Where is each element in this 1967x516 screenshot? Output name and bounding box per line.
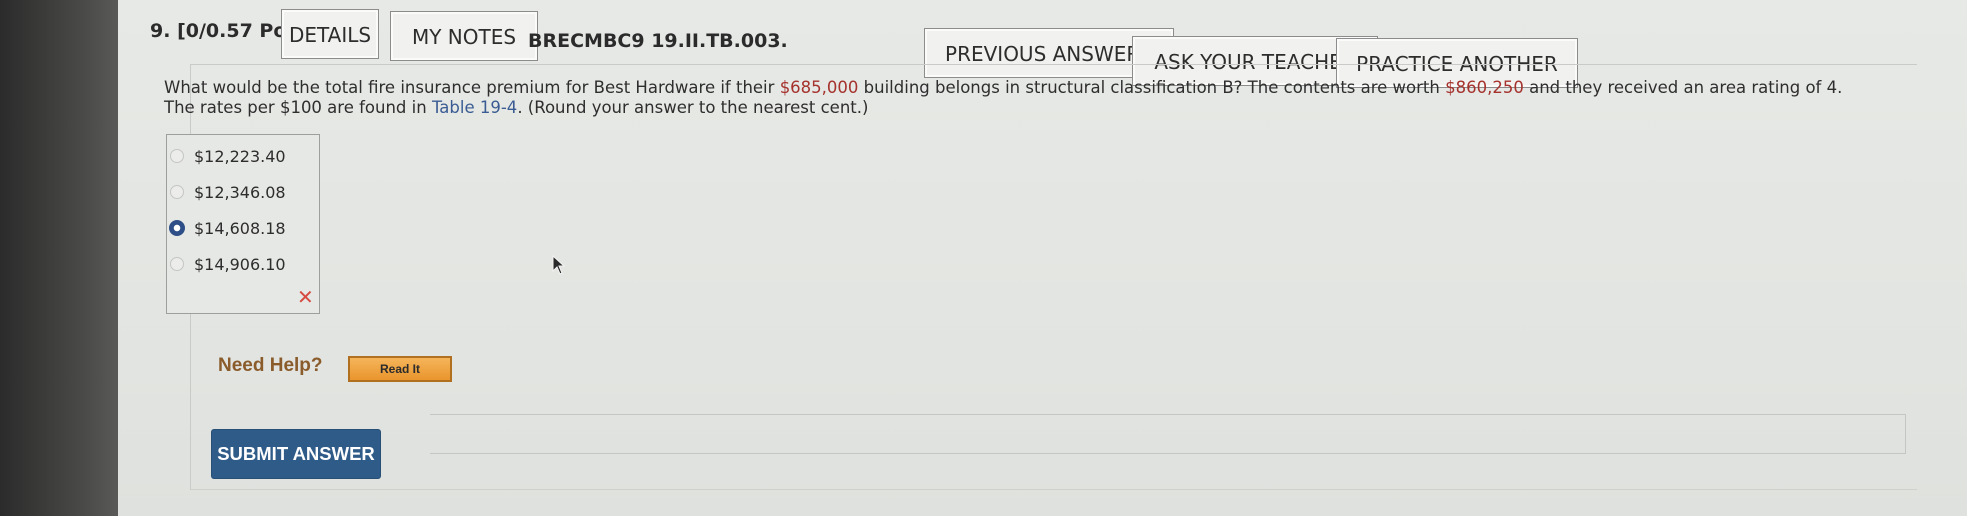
- question-number: 9.: [150, 20, 171, 42]
- read-it-button[interactable]: Read It: [348, 356, 452, 382]
- radio-unselected-icon[interactable]: [170, 257, 184, 271]
- choice-label: $12,223.40: [194, 146, 286, 166]
- answer-choices: $12,223.40 $12,346.08 $14,608.18 $14,906…: [166, 134, 320, 314]
- problem-code: BRECMBC9 19.II.TB.003.: [528, 30, 788, 52]
- choice-3[interactable]: $14,608.18: [167, 217, 286, 239]
- mouse-pointer-icon: [552, 255, 566, 275]
- building-value: $685,000: [779, 78, 859, 97]
- submit-answer-button[interactable]: SUBMIT ANSWER: [212, 430, 380, 478]
- details-button[interactable]: DETAILS: [281, 9, 379, 59]
- desk-background: [0, 0, 120, 516]
- question-text-part-2: building belongs in structural classific…: [858, 78, 1446, 97]
- my-notes-button[interactable]: MY NOTES: [390, 11, 538, 61]
- question-text-part-4: . (Round your answer to the nearest cent…: [517, 98, 869, 117]
- choice-label: $14,906.10: [194, 254, 286, 274]
- choice-label: $14,608.18: [194, 218, 286, 238]
- contents-value: $860,250: [1445, 78, 1524, 97]
- incorrect-x-icon: ✕: [297, 285, 314, 309]
- question-screen: 9. [0/0.57 Points] DETAILS MY NOTES BREC…: [118, 0, 1967, 516]
- question-text-part-1: What would be the total fire insurance p…: [164, 78, 780, 97]
- radio-unselected-icon[interactable]: [170, 185, 184, 199]
- need-help-label: Need Help?: [218, 355, 323, 376]
- submission-area: [430, 414, 1906, 454]
- choice-2[interactable]: $12,346.08: [167, 181, 286, 203]
- radio-unselected-icon[interactable]: [170, 149, 184, 163]
- table-19-4-link[interactable]: Table 19-4: [432, 98, 517, 117]
- choice-4[interactable]: $14,906.10: [167, 253, 286, 275]
- radio-selected-icon[interactable]: [169, 220, 185, 236]
- choice-label: $12,346.08: [194, 182, 286, 202]
- choice-1[interactable]: $12,223.40: [167, 145, 286, 167]
- question-text: What would be the total fire insurance p…: [164, 78, 1864, 118]
